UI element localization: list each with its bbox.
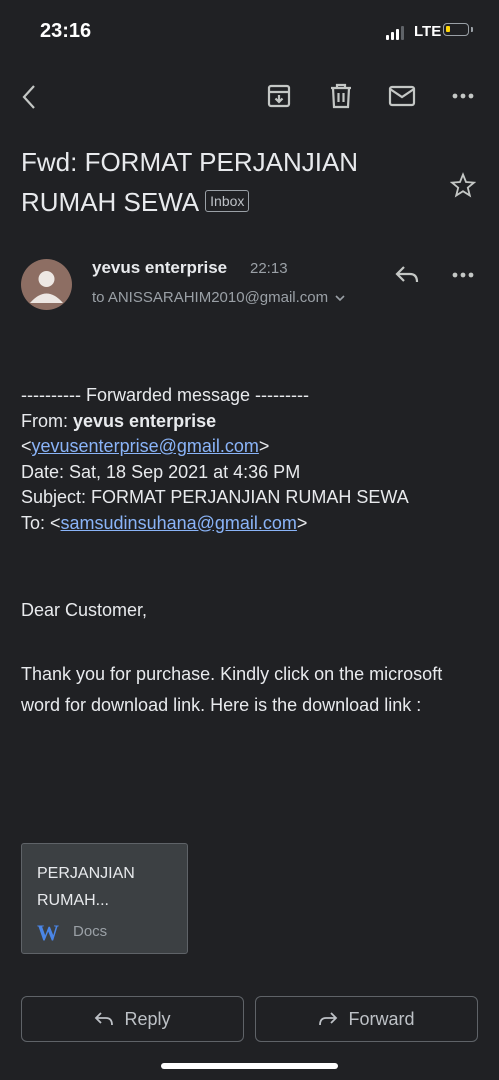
battery-icon (443, 23, 473, 36)
email-subject: Fwd: FORMAT PERJANJIAN RUMAH SEWA Inbox (21, 142, 441, 222)
reply-button[interactable]: Reply (21, 996, 244, 1042)
forwarded-header: ---------- Forwarded message --------- (21, 385, 309, 405)
forwarded-header-block: ---------- Forwarded message --------- F… (21, 383, 481, 536)
to-email-link[interactable]: samsudinsuhana@gmail.com (61, 513, 297, 533)
signal-icon (386, 24, 404, 40)
greeting: Dear Customer, (21, 600, 148, 620)
forward-label: Forward (348, 1008, 415, 1029)
message-text: Thank you for purchase. Kindly click on … (21, 664, 443, 715)
mail-icon (388, 85, 416, 107)
attachment-name: PERJANJIAN RUMAH... (37, 865, 135, 909)
word-icon: W (37, 920, 59, 945)
chevron-left-icon (22, 85, 35, 109)
reply-icon (95, 1012, 114, 1026)
person-icon (30, 271, 63, 303)
more-horizontal-icon (452, 272, 474, 278)
reply-icon-button[interactable] (392, 260, 422, 290)
sender-name: yevus enterprise (92, 258, 228, 277)
forwarded-from-name: yevus enterprise (73, 410, 217, 431)
forwarded-subject: Subject: FORMAT PERJANJIAN RUMAH SEWA (21, 487, 409, 507)
archive-button[interactable] (263, 80, 295, 112)
delete-button[interactable] (325, 80, 357, 112)
sender-avatar[interactable] (21, 259, 72, 310)
home-indicator[interactable] (161, 1063, 338, 1069)
attachment-app-label: Docs (73, 923, 108, 940)
archive-icon (267, 84, 291, 108)
inbox-label-badge[interactable]: Inbox (205, 190, 250, 213)
attachment-card[interactable]: PERJANJIAN RUMAH... W Docs (21, 843, 188, 954)
trash-icon (331, 83, 351, 109)
message-more-button[interactable] (446, 262, 480, 288)
forwarded-from: From: yevus enterprise (21, 410, 217, 431)
from-email-link[interactable]: yevusenterprise@gmail.com (32, 436, 259, 456)
mark-unread-button[interactable] (385, 80, 419, 112)
star-icon (450, 172, 476, 198)
reply-label: Reply (124, 1008, 171, 1029)
more-options-button[interactable] (446, 82, 480, 110)
star-button[interactable] (448, 170, 478, 200)
recipient-text: to ANISSARAHIM2010@gmail.com (92, 289, 329, 306)
forwarded-to: To: <samsudinsuhana@gmail.com> (21, 512, 308, 533)
forward-button[interactable]: Forward (255, 996, 478, 1042)
reply-icon (395, 266, 419, 283)
forwarded-from-email: <yevusenterprise@gmail.com> (21, 436, 270, 456)
network-type: LTE (414, 23, 442, 40)
recipient-details[interactable]: to ANISSARAHIM2010@gmail.com (92, 289, 345, 306)
subject-text: Fwd: FORMAT PERJANJIAN RUMAH SEWA (21, 147, 359, 217)
forward-icon (319, 1012, 338, 1026)
more-horizontal-icon (452, 93, 474, 99)
chevron-down-icon (335, 295, 345, 302)
status-time: 23:16 (40, 20, 92, 42)
back-button[interactable] (12, 80, 46, 114)
forwarded-date: Date: Sat, 18 Sep 2021 at 4:36 PM (21, 461, 301, 482)
sent-time: 22:13 (250, 260, 288, 277)
